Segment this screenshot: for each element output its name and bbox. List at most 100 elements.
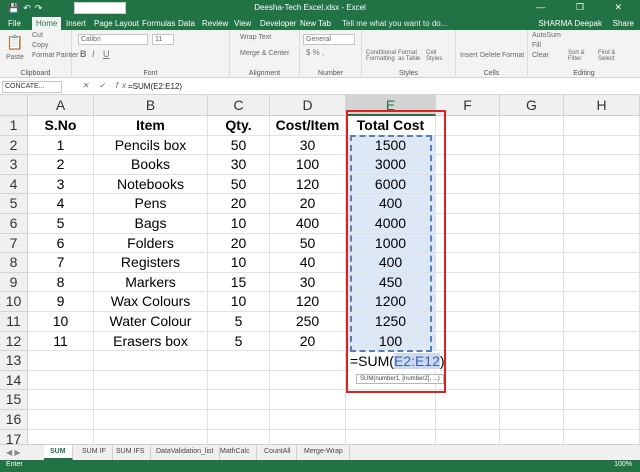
cell-a2[interactable]: 1 (28, 135, 94, 156)
wrap-text-button[interactable]: Wrap Text (240, 34, 271, 41)
tab-data[interactable]: Data (174, 17, 199, 30)
cell-d10[interactable]: 120 (270, 292, 346, 312)
cell-e11[interactable]: 1250 (346, 312, 436, 332)
number-format-select[interactable]: General (303, 34, 355, 45)
cell-a15[interactable] (28, 390, 94, 410)
cell-h8[interactable] (564, 253, 640, 273)
cell-g16[interactable] (500, 410, 564, 430)
cell-g7[interactable] (500, 233, 564, 254)
row-header[interactable]: 3 (0, 155, 28, 175)
cell-a13[interactable] (28, 351, 94, 371)
row-header[interactable]: 4 (0, 174, 28, 195)
cell-h11[interactable] (564, 312, 640, 332)
column-header-h[interactable]: H (564, 95, 640, 116)
cell-a8[interactable]: 7 (28, 253, 94, 273)
cell-d1[interactable]: Cost/Item (270, 116, 346, 136)
cell-f10[interactable] (436, 292, 500, 312)
cell-f13[interactable] (436, 351, 500, 371)
cell-f6[interactable] (436, 214, 500, 234)
cell-a1[interactable]: S.No (28, 116, 94, 136)
cell-a3[interactable]: 2 (28, 155, 94, 175)
cell-c16[interactable] (208, 410, 270, 430)
cell-b7[interactable]: Folders (94, 233, 208, 254)
tab-home[interactable]: Home (32, 17, 62, 30)
cell-d3[interactable]: 100 (270, 155, 346, 175)
cell-e16[interactable] (346, 410, 436, 430)
cell-g6[interactable] (500, 214, 564, 234)
cell-c12[interactable]: 5 (208, 331, 270, 352)
bold-icon[interactable]: B (80, 49, 87, 59)
row-header[interactable]: 16 (0, 410, 28, 430)
cell-h6[interactable] (564, 214, 640, 234)
cell-c4[interactable]: 50 (208, 174, 270, 195)
cell-d13[interactable] (270, 351, 346, 371)
cell-d16[interactable] (270, 410, 346, 430)
cell-f9[interactable] (436, 272, 500, 293)
cell-d8[interactable]: 40 (270, 253, 346, 273)
cell-c13[interactable] (208, 351, 270, 371)
sheet-tab-countall[interactable]: CountAll (258, 445, 298, 460)
insert-cells-button[interactable]: Insert (460, 52, 478, 59)
cell-a14[interactable] (28, 370, 94, 391)
cell-f14[interactable] (436, 370, 500, 391)
cell-h16[interactable] (564, 410, 640, 430)
cell-f16[interactable] (436, 410, 500, 430)
formula-edit-cell[interactable]: =SUM(E2:E12) (350, 352, 445, 371)
cell-c10[interactable]: 10 (208, 292, 270, 312)
row-header[interactable]: 11 (0, 312, 28, 332)
paste-icon[interactable]: 📋 (6, 34, 23, 51)
cell-g8[interactable] (500, 253, 564, 273)
cell-f7[interactable] (436, 233, 500, 254)
fill-button[interactable]: Fill (532, 42, 541, 49)
select-all-corner[interactable] (0, 95, 28, 116)
row-header[interactable]: 6 (0, 214, 28, 234)
name-box[interactable]: CONCATE... (2, 81, 62, 93)
cell-b12[interactable]: Erasers box (94, 331, 208, 352)
cell-h4[interactable] (564, 174, 640, 195)
cell-b9[interactable]: Markers (94, 272, 208, 293)
cell-e6[interactable]: 4000 (346, 214, 436, 234)
quick-access-icons[interactable]: 💾↶↷ (8, 3, 46, 14)
cell-a11[interactable]: 10 (28, 312, 94, 332)
cell-a4[interactable]: 3 (28, 174, 94, 195)
sort-filter-button[interactable]: Sort & Filter (568, 50, 596, 62)
cell-e1[interactable]: Total Cost (346, 116, 436, 136)
fx-icon[interactable]: ✕ ✓ fx (82, 81, 130, 90)
sheet-nav-arrows[interactable]: ◀ ▶ (6, 448, 21, 457)
column-header-f[interactable]: F (436, 95, 500, 116)
conditional-formatting-button[interactable]: Conditional Formatting (366, 50, 396, 62)
tab-file[interactable]: File (4, 17, 25, 30)
cell-a12[interactable]: 11 (28, 331, 94, 352)
cell-d9[interactable]: 30 (270, 272, 346, 293)
cell-d5[interactable]: 20 (270, 194, 346, 214)
cell-g11[interactable] (500, 312, 564, 332)
cell-c9[interactable]: 15 (208, 272, 270, 293)
cell-b11[interactable]: Water Colour (94, 312, 208, 332)
cell-g15[interactable] (500, 390, 564, 410)
cell-g10[interactable] (500, 292, 564, 312)
cell-b8[interactable]: Registers (94, 253, 208, 273)
row-header[interactable]: 8 (0, 253, 28, 273)
font-size-select[interactable]: 11 (152, 34, 174, 45)
cell-styles-button[interactable]: Cell Styles (426, 50, 450, 62)
currency-icon[interactable]: $ % , (306, 48, 324, 57)
cell-c11[interactable]: 5 (208, 312, 270, 332)
cell-g3[interactable] (500, 155, 564, 175)
row-header[interactable]: 14 (0, 370, 28, 391)
cell-h5[interactable] (564, 194, 640, 214)
sheet-tab-merge-wrap[interactable]: Merge-Wrap (298, 445, 350, 460)
cell-h1[interactable] (564, 116, 640, 136)
cell-b15[interactable] (94, 390, 208, 410)
cell-d7[interactable]: 50 (270, 233, 346, 254)
cell-b1[interactable]: Item (94, 116, 208, 136)
cell-g12[interactable] (500, 331, 564, 352)
cell-e9[interactable]: 450 (346, 272, 436, 293)
window-controls[interactable]: — ❐ ✕ (536, 2, 636, 13)
row-header[interactable]: 15 (0, 390, 28, 410)
cell-a5[interactable]: 4 (28, 194, 94, 214)
tab-developer[interactable]: Developer (256, 17, 300, 30)
cut-button[interactable]: Cut (32, 32, 43, 39)
cell-h13[interactable] (564, 351, 640, 371)
cell-c14[interactable] (208, 370, 270, 391)
find-select-button[interactable]: Find & Select (598, 50, 626, 62)
